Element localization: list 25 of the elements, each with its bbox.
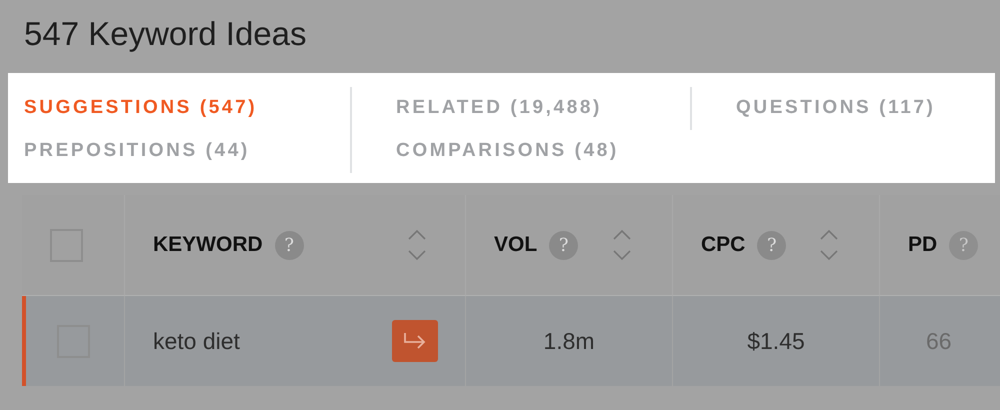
tab[interactable]: SUGGESTIONS (547) xyxy=(24,94,258,123)
column-header[interactable]: CPC ? xyxy=(673,195,880,296)
help-icon[interactable]: ? xyxy=(949,230,978,260)
column-header[interactable]: KEYWORD ? xyxy=(125,195,466,296)
page-title: 547 Keyword Ideas xyxy=(23,14,308,54)
help-icon[interactable]: ? xyxy=(549,230,578,260)
column-label: CPC xyxy=(701,232,746,258)
open-keyword-button[interactable] xyxy=(392,320,438,362)
sort-icon[interactable] xyxy=(612,228,632,262)
tab[interactable]: PREPOSITIONS (44) xyxy=(24,137,250,166)
column-header[interactable]: VOL ? xyxy=(466,195,673,296)
column-label: VOL xyxy=(494,232,538,258)
table-cell-text: $1.45 xyxy=(747,326,805,356)
column-label: PD xyxy=(908,232,938,258)
tab[interactable]: QUESTIONS (117) xyxy=(736,94,936,123)
help-icon[interactable]: ? xyxy=(757,230,786,260)
table-cell-text: 1.8m xyxy=(543,326,595,356)
column-label: KEYWORD xyxy=(153,232,263,258)
tab[interactable]: COMPARISONS (48) xyxy=(396,137,619,166)
tab[interactable]: RELATED (19,488) xyxy=(396,94,602,123)
table-cell-text: keto diet xyxy=(153,326,240,356)
sort-icon[interactable] xyxy=(819,228,839,262)
help-icon[interactable]: ? xyxy=(274,230,304,260)
sort-icon[interactable] xyxy=(407,228,427,262)
return-arrow-icon xyxy=(402,331,428,351)
